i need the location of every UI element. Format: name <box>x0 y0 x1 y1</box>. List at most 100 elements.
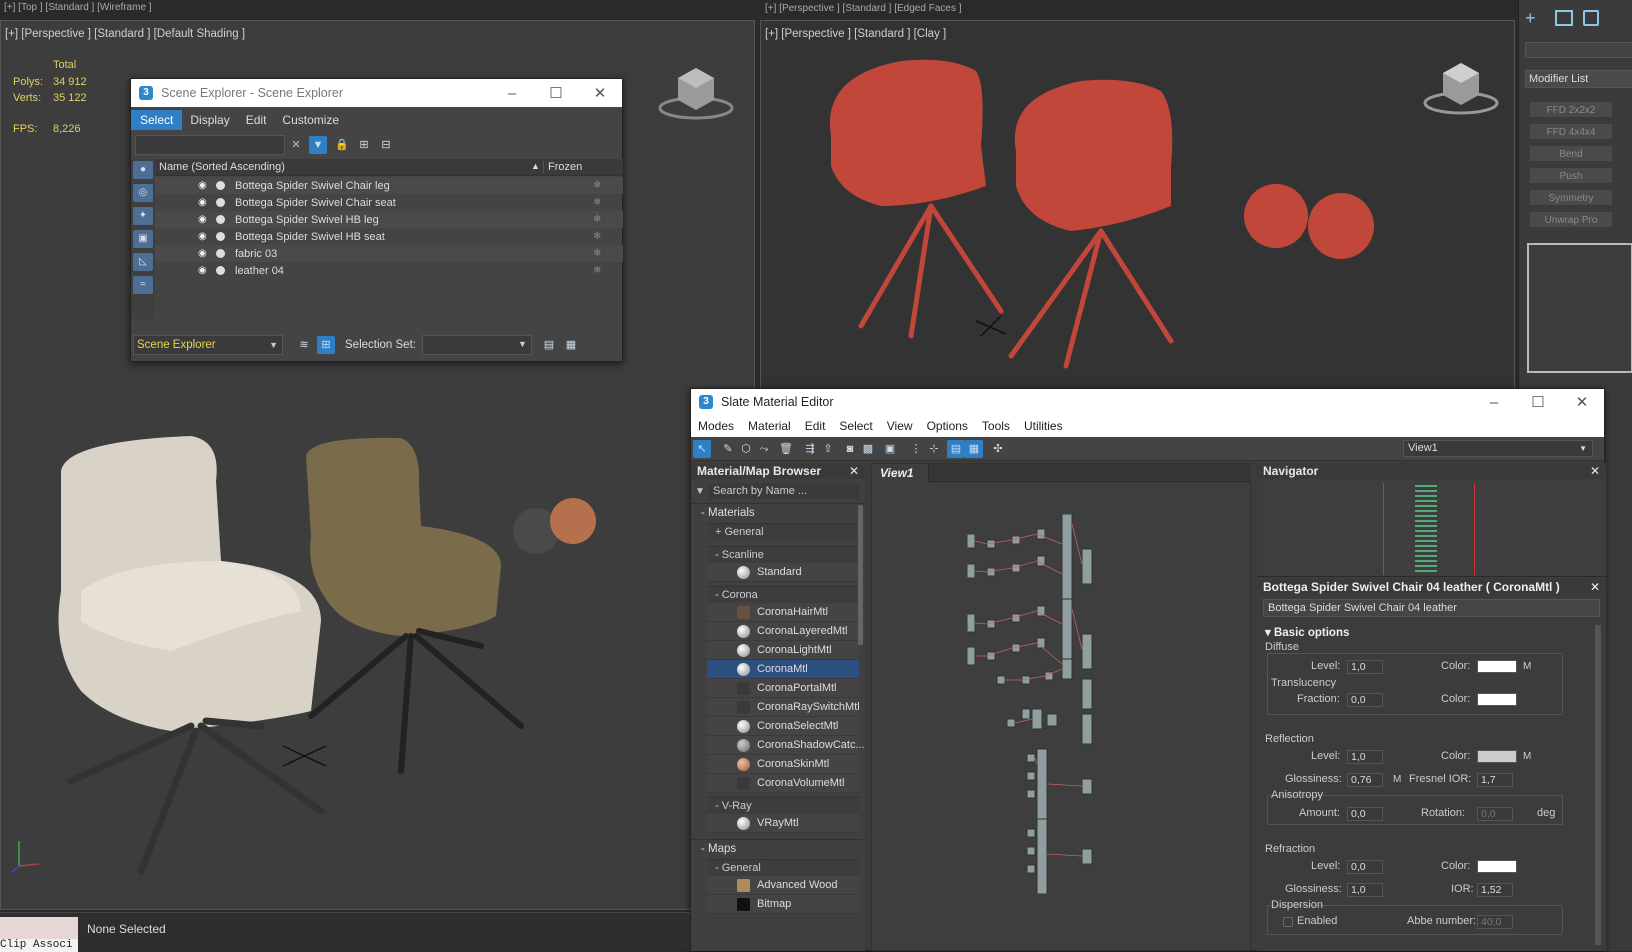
menu-view[interactable]: View <box>880 419 920 433</box>
menu-material[interactable]: Material <box>741 419 798 433</box>
reflection-color-swatch[interactable] <box>1477 750 1517 763</box>
params-scrollbar[interactable] <box>1595 625 1601 945</box>
map-item[interactable]: Bitmap <box>707 895 859 914</box>
table-row[interactable]: ◉ Bottega Spider Swivel HB leg ❄ <box>155 211 623 228</box>
frozen-icon[interactable]: ❄ <box>593 214 601 225</box>
pick-material-icon[interactable]: ✎ <box>719 440 737 458</box>
lights-filter-icon[interactable]: ✦ <box>133 207 153 225</box>
amount-input[interactable]: 0,0 <box>1347 807 1383 821</box>
fresnel-ior-input[interactable]: 1,7 <box>1477 773 1513 787</box>
menu-modes[interactable]: Modes <box>691 419 741 433</box>
refraction-level-input[interactable]: 0,0 <box>1347 860 1383 874</box>
modifier-stack[interactable] <box>1527 243 1632 373</box>
menu-edit[interactable]: Edit <box>798 419 833 433</box>
hierarchy-expand-icon[interactable]: ⊟ <box>377 136 395 154</box>
node-graph[interactable] <box>967 514 1107 894</box>
modifier-button[interactable]: FFD 2x2x2 <box>1529 101 1613 118</box>
modifier-button[interactable]: Push <box>1529 167 1613 184</box>
diffuse-level-input[interactable]: 1,0 <box>1347 660 1383 674</box>
material-item-selected[interactable]: CoronaMtl <box>707 660 859 679</box>
menu-display[interactable]: Display <box>182 113 237 127</box>
diffuse-map-button[interactable]: M <box>1523 661 1531 672</box>
frozen-icon[interactable]: ❄ <box>593 197 601 208</box>
put-to-scene-icon[interactable]: ⬡ <box>737 440 755 458</box>
category-maps[interactable]: - Maps <box>691 839 865 857</box>
render-dot-icon[interactable] <box>216 232 225 241</box>
move-children-icon[interactable]: ⇶ <box>801 440 819 458</box>
sort-ascending-icon[interactable]: ▲ <box>531 161 540 171</box>
material-item[interactable]: CoronaPortalMtl <box>707 679 859 698</box>
material-item[interactable]: CoronaHairMtl <box>707 603 859 622</box>
menu-tools[interactable]: Tools <box>975 419 1017 433</box>
close-panel-icon[interactable]: ✕ <box>1590 579 1600 595</box>
group-general[interactable]: + General <box>707 523 859 540</box>
spacewarps-filter-icon[interactable]: ≈ <box>133 276 153 294</box>
glossiness-map-button[interactable]: M <box>1393 774 1401 785</box>
lock-icon[interactable]: 🔒 <box>333 136 351 154</box>
column-name-header[interactable]: Name (Sorted Ascending) <box>159 161 285 173</box>
filter-icon[interactable]: ▼ <box>309 136 327 154</box>
maximize-icon[interactable]: ☐ <box>534 84 578 102</box>
menu-options[interactable]: Options <box>920 419 975 433</box>
render-dot-icon[interactable] <box>216 215 225 224</box>
group-corona[interactable]: - Corona <box>707 586 859 603</box>
visibility-eye-icon[interactable]: ◉ <box>198 231 210 242</box>
top-left-viewport-label[interactable]: [+] [Top ] [Standard ] [Wireframe ] <box>4 2 152 13</box>
menu-customize[interactable]: Customize <box>274 113 347 127</box>
material-item[interactable]: CoronaSelectMtl <box>707 717 859 736</box>
rotation-input[interactable]: 0,0 <box>1477 807 1513 821</box>
menu-select[interactable]: Select <box>131 110 183 130</box>
delete-icon[interactable]: 🗑 <box>777 440 795 458</box>
modifier-button[interactable]: Unwrap Pro <box>1529 211 1613 228</box>
hierarchy-icon[interactable]: ⊞ <box>355 136 373 154</box>
maxscript-output[interactable]: Clip Associ <box>0 939 78 952</box>
add-selection-set-icon[interactable]: ▦ <box>562 336 580 354</box>
table-row[interactable]: ◉ fabric 03 ❄ <box>155 245 623 262</box>
fraction-input[interactable]: 0,0 <box>1347 693 1383 707</box>
diffuse-color-swatch[interactable] <box>1477 660 1517 673</box>
sort-by-hierarchy-icon[interactable]: ⊞ <box>317 336 335 354</box>
show-background-icon[interactable]: ▩ <box>859 440 877 458</box>
visibility-eye-icon[interactable]: ◉ <box>198 214 210 225</box>
refraction-glossiness-input[interactable]: 1,0 <box>1347 883 1383 897</box>
close-icon[interactable]: ✕ <box>578 84 622 102</box>
visibility-eye-icon[interactable]: ◉ <box>198 265 210 276</box>
viewport-right[interactable]: [+] [Perspective ] [Standard ] [Clay ] <box>760 20 1515 390</box>
modifier-button[interactable]: Bend <box>1529 145 1613 162</box>
table-row[interactable]: ◉ leather 04 ❄ <box>155 262 623 279</box>
create-tab-icon[interactable]: + <box>1525 8 1536 29</box>
material-item[interactable]: Standard <box>707 563 859 582</box>
visibility-eye-icon[interactable]: ◉ <box>198 180 210 191</box>
top-right-viewport-label[interactable]: [+] [Perspective ] [Standard ] [Edged Fa… <box>765 3 962 14</box>
maxscript-listener-field[interactable] <box>0 917 78 939</box>
show-map-icon[interactable]: ▣ <box>881 440 899 458</box>
browser-scrollbar[interactable] <box>858 505 863 645</box>
material-item[interactable]: CoronaSkinMtl <box>707 755 859 774</box>
translucency-color-swatch[interactable] <box>1477 693 1517 706</box>
menu-utilities[interactable]: Utilities <box>1017 419 1070 433</box>
modifier-button[interactable]: FFD 4x4x4 <box>1529 123 1613 140</box>
modify-tab-icon[interactable] <box>1555 10 1573 26</box>
render-dot-icon[interactable] <box>216 181 225 190</box>
view-tab[interactable]: View1 <box>872 464 929 482</box>
render-dot-icon[interactable] <box>216 266 225 275</box>
reflection-map-button[interactable]: M <box>1523 751 1531 762</box>
explorer-type-dropdown[interactable]: Scene Explorer ▼ <box>133 335 283 355</box>
selection-set-dropdown[interactable]: ▼ <box>421 335 532 355</box>
reflection-level-input[interactable]: 1,0 <box>1347 750 1383 764</box>
layout-vertical-icon[interactable]: ⋮ <box>907 440 925 458</box>
layers-icon[interactable]: ≋ <box>295 336 313 354</box>
edit-selection-set-icon[interactable]: ▤ <box>540 336 558 354</box>
clear-search-icon[interactable]: ✕ <box>287 136 305 154</box>
menu-select[interactable]: Select <box>832 419 879 433</box>
visibility-eye-icon[interactable]: ◉ <box>198 197 210 208</box>
browser-search-input[interactable]: Search by Name ... <box>709 483 859 499</box>
table-row[interactable]: ◉ Bottega Spider Swivel Chair leg ❄ <box>155 177 623 194</box>
modifier-button[interactable]: Symmetry <box>1529 189 1613 206</box>
viewcube-right-icon[interactable] <box>1421 51 1501 121</box>
group-vray[interactable]: - V-Ray <box>707 797 859 814</box>
select-tool-icon[interactable]: ↖ <box>693 439 711 458</box>
object-name-field[interactable] <box>1525 42 1632 58</box>
close-panel-icon[interactable]: ✕ <box>849 463 859 479</box>
navigator-view[interactable] <box>1257 479 1606 577</box>
